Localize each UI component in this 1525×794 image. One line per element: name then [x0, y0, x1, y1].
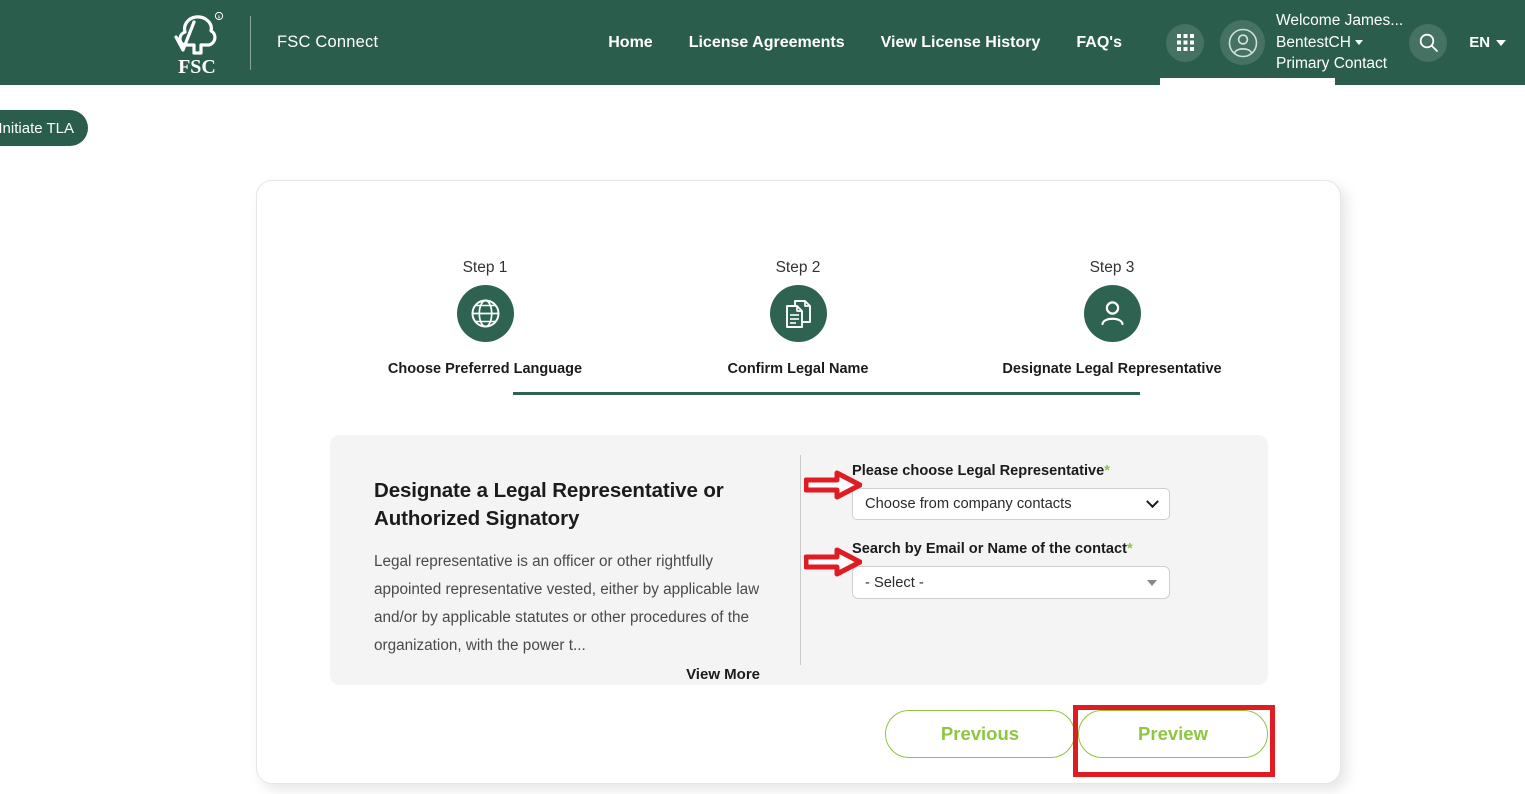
brand-block: R FSC FSC Connect [168, 9, 379, 78]
required-marker: * [1104, 463, 1110, 479]
initiate-tla-label: Initiate TLA [0, 119, 74, 137]
contact-search-label: Search by Email or Name of the contact* [852, 541, 1268, 557]
initiate-tla-button[interactable]: Initiate TLA [0, 110, 88, 146]
stepper-connector-2 [826, 392, 1140, 395]
header-right-controls: Welcome James... BentestCH Primary Conta… [1166, 10, 1507, 75]
panel-info-section: Designate a Legal Representative or Auth… [330, 435, 800, 685]
main-content-card: Step 1 Choose Preferred Language Step 2 [256, 180, 1341, 784]
svg-text:R: R [218, 14, 221, 19]
nav-link-license-agreements[interactable]: License Agreements [689, 34, 845, 52]
designate-representative-panel: Designate a Legal Representative or Auth… [330, 435, 1268, 685]
person-icon [1083, 285, 1141, 342]
panel-form-section: Please choose Legal Representative* Choo… [801, 435, 1268, 685]
fsc-tree-logo-icon[interactable]: R FSC [168, 9, 228, 78]
step-2-label: Step 2 [775, 259, 821, 276]
legal-representative-select[interactable]: Choose from company contacts [852, 488, 1170, 520]
legal-representative-label: Please choose Legal Representative* [852, 463, 1268, 479]
step-1-title: Choose Preferred Language [387, 361, 583, 377]
legal-representative-label-text: Please choose Legal Representative [852, 463, 1105, 479]
grid-apps-icon[interactable] [1166, 23, 1204, 62]
chevron-down-icon [1354, 39, 1363, 45]
stepper-step-3[interactable]: Step 3 Designate Legal Representative [982, 259, 1242, 377]
globe-icon [456, 285, 514, 342]
nav-link-faqs[interactable]: FAQ's [1076, 34, 1122, 52]
user-company: BentestCH [1276, 33, 1351, 51]
brand-divider [250, 15, 251, 70]
stepper-step-1[interactable]: Step 1 Choose Preferred Language [355, 259, 615, 377]
top-header: R FSC FSC Connect Home License Agreement… [0, 0, 1525, 85]
step-1-label: Step 1 [462, 259, 508, 276]
required-marker: * [1126, 541, 1133, 557]
progress-stepper: Step 1 Choose Preferred Language Step 2 [257, 259, 1340, 395]
language-selector[interactable]: EN [1469, 34, 1507, 51]
contact-search-value: - Select - [865, 574, 924, 591]
user-company-row[interactable]: BentestCH [1276, 32, 1403, 54]
stepper-connector-1 [513, 392, 826, 395]
preview-button[interactable]: Preview [1078, 710, 1268, 758]
user-role: Primary Contact [1276, 55, 1388, 73]
chevron-down-icon [1496, 39, 1507, 46]
step-2-title: Confirm Legal Name [727, 361, 869, 377]
step-3-label: Step 3 [1089, 259, 1135, 276]
user-menu-notch [1160, 78, 1335, 104]
user-welcome: Welcome James... [1276, 12, 1404, 30]
language-code: EN [1469, 34, 1491, 51]
legal-representative-value: Choose from company contacts [865, 496, 1072, 512]
main-nav: Home License Agreements View License His… [608, 34, 1122, 52]
view-more-link[interactable]: View More [374, 666, 760, 683]
user-avatar-icon[interactable] [1220, 20, 1265, 65]
stepper-step-2[interactable]: Step 2 Confirm Legal Name [668, 259, 928, 377]
triangle-down-icon [1147, 579, 1157, 586]
user-menu[interactable]: Welcome James... BentestCH Primary Conta… [1276, 10, 1403, 75]
step-3-title: Designate Legal Representative [1002, 361, 1222, 377]
documents-icon [769, 285, 827, 342]
annotation-arrow-legal-representative [803, 470, 863, 500]
panel-heading: Designate a Legal Representative or Auth… [374, 479, 724, 530]
contact-search-label-text: Search by Email or Name of the contact [852, 541, 1127, 557]
panel-description: Legal representative is an officer or ot… [374, 553, 760, 654]
search-icon[interactable] [1409, 23, 1448, 62]
nav-link-view-license-history[interactable]: View License History [881, 34, 1041, 52]
contact-search-select[interactable]: - Select - [852, 566, 1170, 599]
svg-text:FSC: FSC [178, 56, 216, 77]
brand-name: FSC Connect [277, 33, 379, 51]
previous-button[interactable]: Previous [885, 710, 1075, 758]
annotation-arrow-contact-search [803, 547, 863, 577]
chevron-down-icon [1146, 494, 1159, 508]
nav-link-home[interactable]: Home [608, 34, 652, 52]
